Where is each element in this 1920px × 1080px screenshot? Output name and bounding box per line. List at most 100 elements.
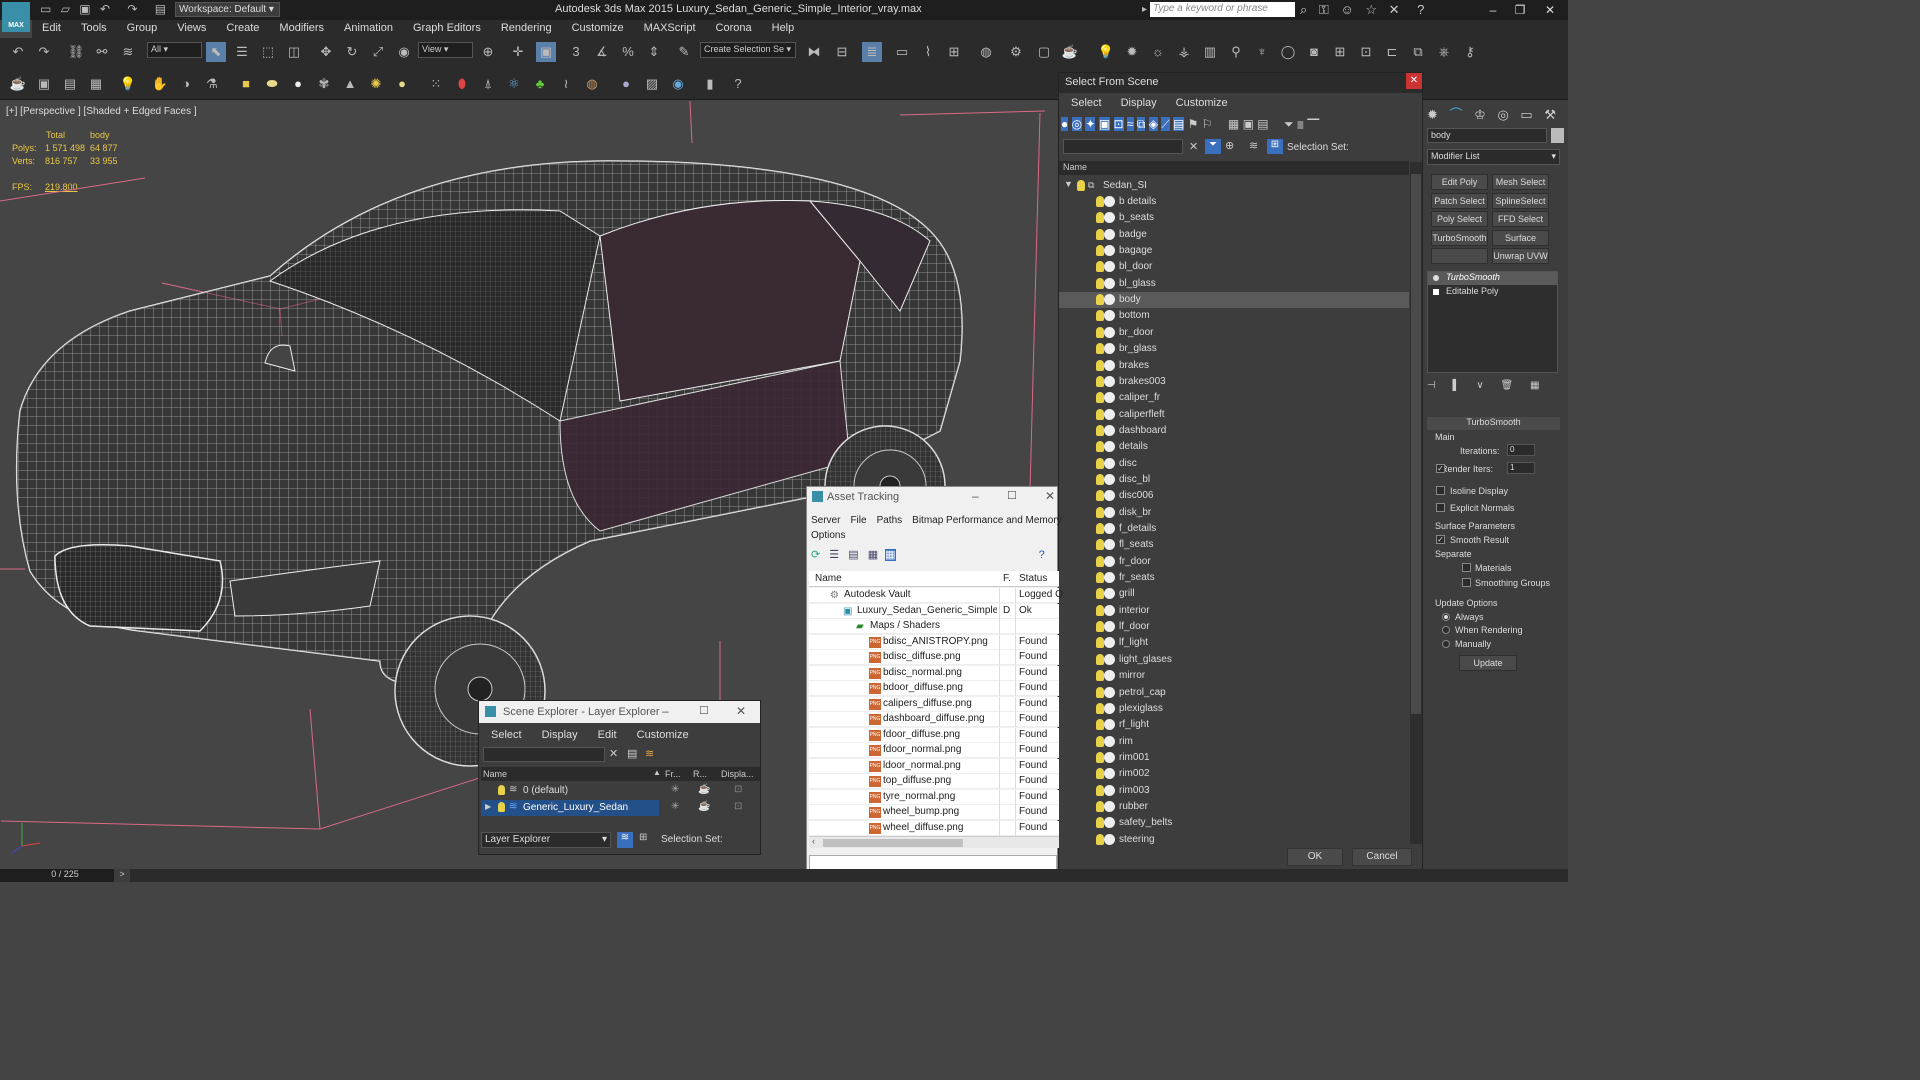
light-bulb-icon[interactable] [1096,817,1104,829]
select-object-icon[interactable]: ⬉ [206,42,226,62]
scene-object-row[interactable]: brakes003 [1059,374,1409,390]
pipeline-icon[interactable]: ⚗ [202,74,222,94]
scene-states-icon[interactable]: ◉ [668,74,688,94]
render-production-icon[interactable]: ☕ [1060,42,1080,62]
isoline-display-checkbox[interactable] [1436,486,1445,495]
sfs-scrollbar-thumb[interactable] [1411,174,1421,714]
display-geometry-icon[interactable]: ● [1061,117,1069,131]
sfs-menu-customize[interactable]: Customize [1164,95,1235,109]
align-icon[interactable]: ⊟ [832,42,852,62]
rendered-frame-window-icon[interactable]: ▢ [1034,42,1054,62]
display-xrefs-icon[interactable]: ◈ [1148,117,1159,131]
light-bulb-icon[interactable] [1096,392,1104,404]
light-bulb-icon[interactable] [1077,180,1085,191]
scene-object-row[interactable]: fr_door [1059,554,1409,570]
project-folder-icon[interactable]: ▤ [155,2,166,16]
layer-row-default[interactable]: ≋ 0 (default) ✳ ☕ ⊡ [481,783,742,799]
light-bulb-icon[interactable] [1096,768,1104,780]
scene-object-row[interactable]: plexiglass [1059,701,1409,717]
scene-maximize-icon[interactable]: ☐ [699,704,709,717]
select-link-icon[interactable]: ⛓ [66,42,86,62]
display-box-icon[interactable]: ⊡ [734,801,742,812]
menu-views[interactable]: Views [167,20,216,34]
file-icon[interactable]: ▤ [60,74,80,94]
hierarchy-toggle-icon[interactable]: ⊞ [639,832,647,843]
light-bulb-icon[interactable] [1096,604,1104,616]
layer-row-sedan[interactable]: ▶ ≋ Generic_Luxury_Sedan [481,800,659,816]
sfs-column-header-name[interactable]: Name [1059,161,1409,175]
display-hidden-icon[interactable]: ⚐ [1202,117,1213,131]
clear-search-icon[interactable]: ✕ [1189,140,1198,153]
menu-tools[interactable]: Tools [71,20,117,34]
light-bulb-icon[interactable] [1096,490,1104,502]
surface-select-button[interactable]: Surface Select [1492,230,1549,257]
asset-hscrollbar[interactable]: ‹ [809,836,1059,848]
asset-row[interactable]: ▣ Luxury_Sedan_Generic_Simple... D Ok [809,603,1059,619]
asset-row[interactable]: PNG wheel_bump.png Found [809,805,1059,820]
menu-maxscript[interactable]: MAXScript [634,20,706,34]
spline-select-button[interactable]: SplineSelect [1492,193,1549,209]
asset-row[interactable]: PNG tyre_normal.png Found [809,789,1059,805]
scene-object-row[interactable]: bl_door [1059,259,1409,275]
render-frame-icon[interactable]: ▣ [34,74,54,94]
display-helpers-icon[interactable]: ⊡ [1113,117,1124,131]
expand-arrow-icon[interactable]: ▶ [485,802,491,811]
asset-menu-bitmap-performance[interactable]: Bitmap Performance and Memory [912,515,1062,526]
light-bulb-icon[interactable] [1096,539,1104,551]
turbosmooth-rollout-header[interactable]: TurboSmooth [1427,417,1560,430]
freeze-icon[interactable]: ✳ [671,801,679,812]
light-bulb-icon[interactable] [1096,572,1104,584]
angle-snap-icon[interactable]: ∡ [592,42,612,62]
mesh-select-button[interactable]: Mesh Select [1492,174,1549,190]
se-col-display[interactable]: Displa... [721,769,754,779]
restore-icon[interactable]: ❐ [1505,0,1535,20]
vray-toolbar-icon[interactable]: ⎈ [1434,42,1454,62]
workspace-dropdown[interactable]: Workspace: Default ▾ [175,2,280,17]
key-icon[interactable]: ⚿ [1319,2,1329,17]
create-tab-icon[interactable]: ✹ [1427,107,1438,122]
modify-tab-icon[interactable]: ⌒ [1450,107,1463,122]
smoothing-groups-checkbox[interactable] [1462,578,1471,587]
asset-menu-paths[interactable]: Paths [877,515,903,526]
display-containers-icon[interactable]: ▤ [1172,117,1185,131]
asset-row[interactable]: PNG fdoor_diffuse.png Found [809,727,1059,743]
edit-named-selection-icon[interactable]: ✎ [674,42,694,62]
snaps-toggle-icon[interactable]: 3 [566,42,586,62]
scene-object-row[interactable]: rim [1059,734,1409,750]
light-bulb-icon[interactable] [1096,784,1104,796]
scene-object-row[interactable]: br_glass [1059,341,1409,357]
display-frozen-icon[interactable]: ⚑ [1188,117,1199,131]
ffd-select-button[interactable]: FFD Select [1492,211,1549,227]
scene-object-row[interactable]: mirror [1059,668,1409,684]
scene-object-row[interactable]: lf_light [1059,635,1409,651]
se-menu-customize[interactable]: Customize [625,727,697,741]
scene-object-row[interactable]: b_seats [1059,210,1409,226]
update-button[interactable]: Update [1459,655,1517,671]
light-bulb-icon[interactable] [1096,326,1104,338]
update-always-radio[interactable] [1442,613,1450,621]
object-name-field[interactable]: body [1427,128,1547,143]
display-tab-icon[interactable]: ▭ [1520,107,1532,122]
se-col-frozen[interactable]: Fr... [665,769,681,779]
help-icon[interactable]: ? [1417,2,1424,17]
redo-icon[interactable]: ↷ [127,2,137,16]
light-bulb-icon[interactable] [1096,408,1104,420]
vray-fur-icon[interactable]: ♆ [1252,42,1272,62]
menu-corona[interactable]: Corona [706,20,762,34]
refresh-icon[interactable]: ⟳ [811,549,820,561]
remove-modifier-icon[interactable]: 🗑 [1500,380,1513,391]
layer-explorer-icon[interactable]: ≣ [862,42,882,62]
scene-object-row[interactable]: lf_door [1059,619,1409,635]
light-bulb-icon[interactable] [1096,245,1104,257]
cone-primitive-icon[interactable]: ▲ [340,74,360,94]
menu-edit[interactable]: Edit [32,20,71,34]
plant-icon[interactable]: ♣ [530,74,550,94]
display-space-warps-icon[interactable]: ≈ [1126,117,1134,131]
display-groups-icon[interactable]: ⧉ [1136,117,1146,131]
light-bulb-icon[interactable] [1096,800,1104,812]
display-invert-icon[interactable]: ▤ [1257,117,1268,131]
scene-object-row[interactable]: fr_seats [1059,570,1409,586]
list-view-icon[interactable]: ☰ [829,549,839,561]
app-logo[interactable]: MAX [2,2,30,32]
geosphere-icon[interactable]: ✾ [314,74,334,94]
